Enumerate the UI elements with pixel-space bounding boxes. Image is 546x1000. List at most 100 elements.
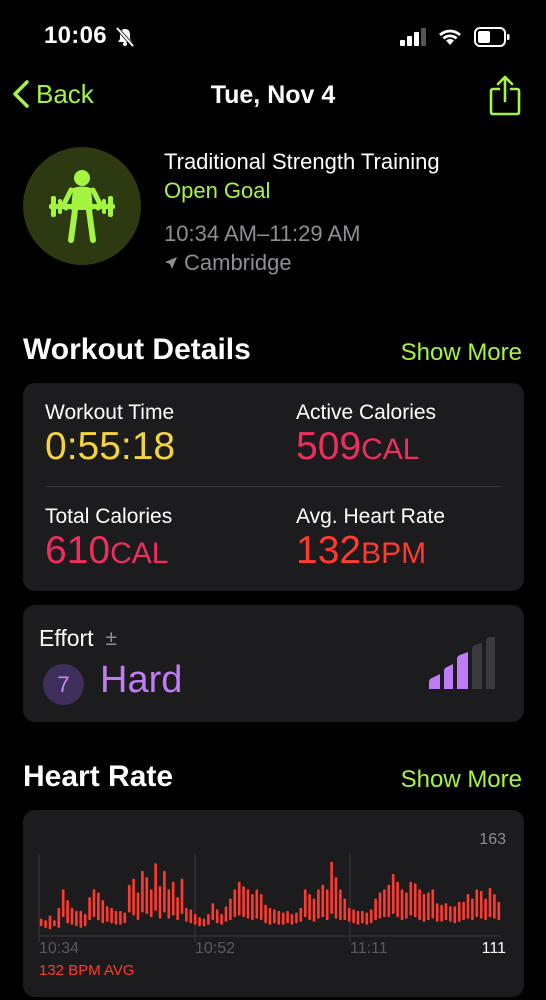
heart-rate-bar (295, 912, 298, 924)
total-calories-metric: Total Calories 610CAL (45, 505, 172, 576)
heart-rate-bar (215, 909, 219, 924)
navigation-bar: Back Tue, Nov 4 (0, 72, 546, 120)
heart-rate-heading: Heart Rate (23, 760, 174, 793)
effort-bar-3 (457, 652, 468, 689)
workout-location: Cambridge (164, 250, 292, 276)
heart-rate-bar (339, 889, 342, 921)
active-calories-label: Active Calories (296, 401, 437, 424)
heart-rate-bar (334, 877, 338, 919)
total-calories-label: Total Calories (45, 505, 173, 528)
heart-rate-chart: 163 111 10:34 10:52 11:11 132 BPM AVG (38, 831, 506, 979)
heart-rate-bar (259, 894, 263, 921)
workout-time-range: 10:34 AM–11:29 AM (164, 221, 361, 246)
heart-rate-bar (391, 874, 395, 914)
effort-level-bars-icon (429, 637, 495, 689)
heart-rate-bar (431, 889, 435, 919)
active-calories-metric: Active Calories 509CAL (296, 401, 436, 472)
heart-rate-bar (158, 886, 162, 919)
y-tick-min: 111 (482, 940, 506, 957)
heart-rate-bar (229, 898, 232, 921)
heart-rate-bar (378, 892, 382, 919)
heart-rate-bar (141, 870, 144, 913)
heart-rate-bar (180, 878, 184, 914)
bell-slash-icon (116, 27, 134, 47)
workout-time-metric: Workout Time 0:55:18 (45, 401, 175, 469)
heart-rate-bar (317, 889, 320, 919)
effort-label-row: Effort ± (39, 625, 117, 652)
heart-rate-bar (145, 877, 149, 914)
share-icon[interactable] (488, 74, 522, 116)
effort-bar-2 (444, 664, 453, 689)
x-tick-label: 10:34 (39, 940, 79, 957)
heart-rate-bar (154, 863, 157, 911)
wifi-icon (439, 29, 461, 45)
heart-rate-bar (462, 901, 465, 921)
heart-rate-bar (488, 887, 492, 918)
battery-icon (474, 27, 510, 47)
workout-details-show-more[interactable]: Show More (401, 339, 522, 367)
heart-rate-bar (61, 889, 65, 918)
heart-rate-bar (475, 889, 479, 918)
heart-rate-bar (44, 920, 47, 928)
avg-heart-rate-value: 132 (296, 529, 362, 572)
y-tick-max: 163 (479, 831, 506, 848)
status-bar: 10:06 (0, 0, 546, 70)
heart-rate-bar (132, 878, 135, 916)
heart-rate-bar (356, 910, 360, 925)
effort-value: Hard (100, 659, 183, 701)
heart-rate-bar (97, 892, 100, 921)
heart-rate-bar (281, 912, 285, 925)
heart-rate-bar (484, 898, 487, 921)
location-name: Cambridge (184, 250, 292, 275)
heart-rate-card[interactable]: 163 111 10:34 10:52 11:11 132 BPM AVG (23, 810, 524, 997)
heart-rate-bar (92, 889, 96, 918)
heart-rate-bar (369, 909, 373, 924)
heart-rate-bar (383, 889, 386, 918)
heart-rate-bar (75, 910, 78, 927)
heart-rate-bar (365, 912, 369, 925)
heart-rate-bar (400, 889, 404, 921)
workout-time-label: Workout Time (45, 401, 175, 424)
heart-rate-bar (70, 907, 74, 925)
heart-rate-bar (466, 894, 470, 919)
heart-rate-bar (149, 889, 153, 918)
status-time: 10:06 (44, 22, 107, 49)
active-calories-value-row: 509CAL (296, 425, 436, 472)
heart-rate-show-more[interactable]: Show More (401, 766, 522, 794)
heart-rate-bar (290, 914, 294, 925)
heart-rate-bar (185, 907, 188, 922)
effort-bar-5 (486, 637, 495, 689)
heart-rate-bar (268, 907, 272, 925)
effort-card[interactable]: Effort ± 7 Hard (23, 605, 524, 722)
heart-rate-bar (66, 900, 69, 924)
workout-details-card: Workout Time 0:55:18 Active Calories 509… (23, 383, 524, 591)
heart-rate-bar (255, 889, 259, 919)
heart-rate-bar (312, 898, 316, 922)
heart-rate-bar (211, 903, 215, 921)
heart-rate-bar (374, 898, 377, 921)
heart-rate-bar (330, 861, 333, 914)
avg-heart-rate-label: Avg. Heart Rate (296, 505, 446, 528)
total-calories-unit: CAL (110, 537, 169, 570)
workout-details-heading: Workout Details (23, 333, 251, 366)
heart-rate-bar (308, 894, 311, 921)
heart-rate-bar (53, 920, 56, 927)
heart-rate-bar (220, 914, 223, 925)
avg-heart-rate-metric: Avg. Heart Rate 132BPM (296, 505, 445, 576)
heart-rate-bar (347, 907, 351, 922)
heart-rate-bar (242, 886, 245, 918)
heart-rate-bar (39, 918, 43, 927)
total-calories-value-row: 610CAL (45, 529, 172, 576)
heart-rate-bar (264, 904, 267, 924)
workout-goal: Open Goal (164, 178, 271, 203)
heart-rate-bar (352, 909, 355, 924)
cellular-signal-icon (400, 28, 426, 46)
heart-rate-bar (277, 910, 281, 925)
heart-rate-bar (83, 914, 87, 927)
heart-rate-bar (246, 889, 250, 919)
heart-rate-bar (493, 894, 496, 919)
heart-rate-bar (224, 906, 228, 922)
workout-name: Traditional Strength Training (164, 149, 440, 174)
heart-rate-bar (101, 900, 105, 924)
heart-rate-bar (435, 903, 439, 922)
